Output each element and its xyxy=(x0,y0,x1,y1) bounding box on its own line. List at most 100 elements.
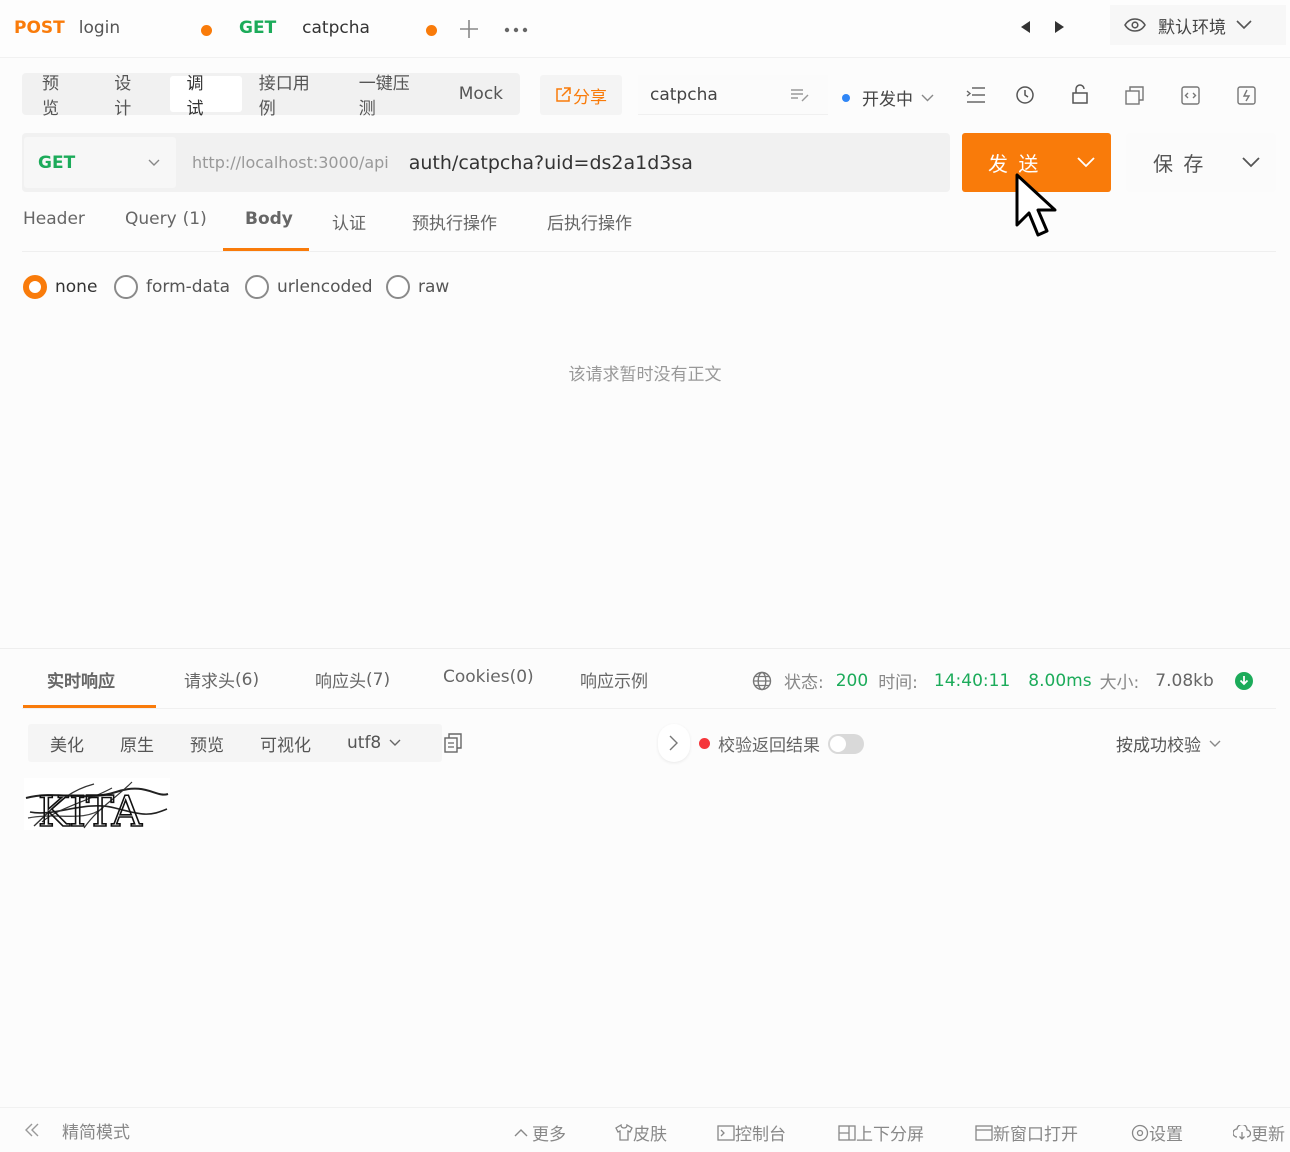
env-selector[interactable]: 默认环境 xyxy=(1110,5,1286,45)
scroll-right-icon[interactable] xyxy=(1054,20,1066,34)
shirt-icon xyxy=(615,1124,633,1141)
active-tab-indicator xyxy=(223,248,309,251)
footer-new-window[interactable]: 新窗口打开 xyxy=(975,1120,1078,1145)
tab-name: catpcha xyxy=(302,18,370,38)
download-icon[interactable] xyxy=(1234,671,1254,691)
size-value: 7.08kb xyxy=(1155,670,1214,691)
footer-skin[interactable]: 皮肤 xyxy=(615,1120,667,1145)
footer-update[interactable]: 更新 xyxy=(1233,1120,1285,1145)
status-selector[interactable]: 开发中 xyxy=(842,85,934,110)
radio-unchecked[interactable] xyxy=(114,275,138,299)
chevron-down-icon[interactable] xyxy=(1242,157,1260,168)
tab-debug[interactable]: 调 试 xyxy=(169,74,242,119)
tab-preview[interactable]: 预 览 xyxy=(25,74,97,119)
footer-more[interactable]: 更多 xyxy=(514,1120,566,1145)
tab-method: GET xyxy=(239,18,277,38)
chevron-down-icon[interactable] xyxy=(1077,157,1095,168)
response-tab-request-headers[interactable]: 请求头 (6) xyxy=(184,667,260,693)
body-type-none[interactable]: none xyxy=(23,275,97,299)
outline-icon[interactable] xyxy=(966,86,986,104)
globe-icon[interactable] xyxy=(752,671,772,691)
divider xyxy=(22,708,1276,709)
copy-icon[interactable] xyxy=(1125,86,1144,105)
generate-icon[interactable] xyxy=(1237,86,1256,105)
validate-toggle[interactable] xyxy=(828,733,864,754)
footer-item-label: 上下分屏 xyxy=(856,1125,924,1145)
response-tab-examples[interactable]: 响应示例 xyxy=(580,667,648,692)
status-label: 状态: xyxy=(784,673,824,693)
radio-label: raw xyxy=(418,277,450,297)
compact-mode-label[interactable]: 精简模式 xyxy=(62,1118,130,1143)
more-tabs-icon[interactable] xyxy=(504,26,530,34)
history-icon[interactable] xyxy=(1015,85,1035,105)
footer-settings[interactable]: 设置 xyxy=(1131,1120,1183,1145)
response-tab-label: 实时响应 xyxy=(47,672,115,692)
share-label: 分享 xyxy=(573,87,607,108)
validate-mode-select[interactable]: 按成功校验 xyxy=(1116,731,1221,756)
required-dot xyxy=(699,738,710,749)
tab-method: POST xyxy=(14,18,65,38)
code-icon[interactable] xyxy=(1181,86,1200,105)
request-tab-label: Body xyxy=(245,209,293,229)
expand-panel-button[interactable] xyxy=(658,724,690,762)
chevron-down-icon[interactable] xyxy=(389,739,401,747)
response-tab-cookies[interactable]: Cookies (0) xyxy=(443,667,534,687)
edit-icon[interactable] xyxy=(790,87,810,103)
response-tab-live[interactable]: 实时响应 xyxy=(47,667,115,692)
share-button[interactable]: 分享 xyxy=(540,75,622,115)
body-type-urlencoded[interactable]: urlencoded xyxy=(245,275,373,299)
request-tab-pre-script[interactable]: 预执行操作 xyxy=(412,209,497,234)
tab-mock[interactable]: Mock xyxy=(442,76,520,112)
request-tab-body[interactable]: Body xyxy=(245,209,293,229)
method-select[interactable]: GET xyxy=(24,137,176,188)
body-type-raw[interactable]: raw xyxy=(386,275,449,299)
url-input[interactable]: http://localhost:3000/api auth/catpcha?u… xyxy=(192,133,693,192)
size-label: 大小: xyxy=(1099,673,1140,693)
status-dot xyxy=(842,93,850,102)
request-tab-header[interactable]: Header xyxy=(23,209,85,229)
add-tab-icon[interactable] xyxy=(459,19,479,39)
tab-design[interactable]: 设 计 xyxy=(97,74,169,119)
copy-icon[interactable] xyxy=(444,733,462,753)
collapse-left-icon[interactable] xyxy=(24,1123,40,1137)
request-tab-post-script[interactable]: 后执行操作 xyxy=(547,209,632,234)
chevron-down-icon xyxy=(921,94,934,102)
response-tab-count: (7) xyxy=(366,669,391,690)
footer-item-label: 控制台 xyxy=(735,1125,786,1145)
share-icon xyxy=(555,87,571,103)
request-tab-count: (1) xyxy=(182,209,207,229)
view-mode-raw[interactable]: 原生 xyxy=(120,731,154,756)
radio-unchecked[interactable] xyxy=(245,275,269,299)
view-mode-visualize[interactable]: 可视化 xyxy=(260,731,311,756)
duration-value: 8.00ms xyxy=(1028,670,1092,691)
time-label: 时间: xyxy=(878,673,918,693)
request-tab-auth[interactable]: 认证 xyxy=(332,209,366,234)
footer-split[interactable]: 上下分屏 xyxy=(838,1120,924,1145)
body-type-form-data[interactable]: form-data xyxy=(114,275,230,299)
response-tab-response-headers[interactable]: 响应头 (7) xyxy=(315,667,391,693)
request-tab-label: Query xyxy=(125,209,177,229)
api-name-field[interactable]: catpcha xyxy=(638,75,828,115)
encoding-select[interactable]: utf8 xyxy=(347,733,381,753)
response-meta: 状态: 200 时间: 14:40:11 8.00ms 大小: 7.08kb xyxy=(752,668,1254,693)
eye-icon xyxy=(1124,18,1146,32)
radio-unchecked[interactable] xyxy=(386,275,410,299)
unsaved-dot xyxy=(201,25,212,36)
save-button[interactable]: 保 存 xyxy=(1126,133,1276,192)
tab-test-cases[interactable]: 接口用例 xyxy=(242,74,342,119)
response-tab-count: (6) xyxy=(235,669,260,690)
footer-console[interactable]: 控制台 xyxy=(717,1120,786,1145)
radio-checked[interactable] xyxy=(23,275,47,299)
tab-catpcha[interactable]: GET catpcha xyxy=(239,18,370,38)
lock-icon[interactable] xyxy=(1071,84,1089,104)
chevron-down-icon xyxy=(148,159,160,167)
request-tab-query[interactable]: Query (1) xyxy=(125,209,207,229)
view-mode-pretty[interactable]: 美化 xyxy=(50,731,84,756)
tab-login[interactable]: POST login xyxy=(14,18,120,38)
footer-item-label: 新窗口打开 xyxy=(993,1125,1078,1145)
scroll-left-icon[interactable] xyxy=(1019,20,1031,34)
panel-splitter[interactable] xyxy=(0,648,1290,649)
api-name-text: catpcha xyxy=(650,84,718,105)
view-mode-preview[interactable]: 预览 xyxy=(190,731,224,756)
tab-stress-test[interactable]: 一键压测 xyxy=(342,74,442,119)
